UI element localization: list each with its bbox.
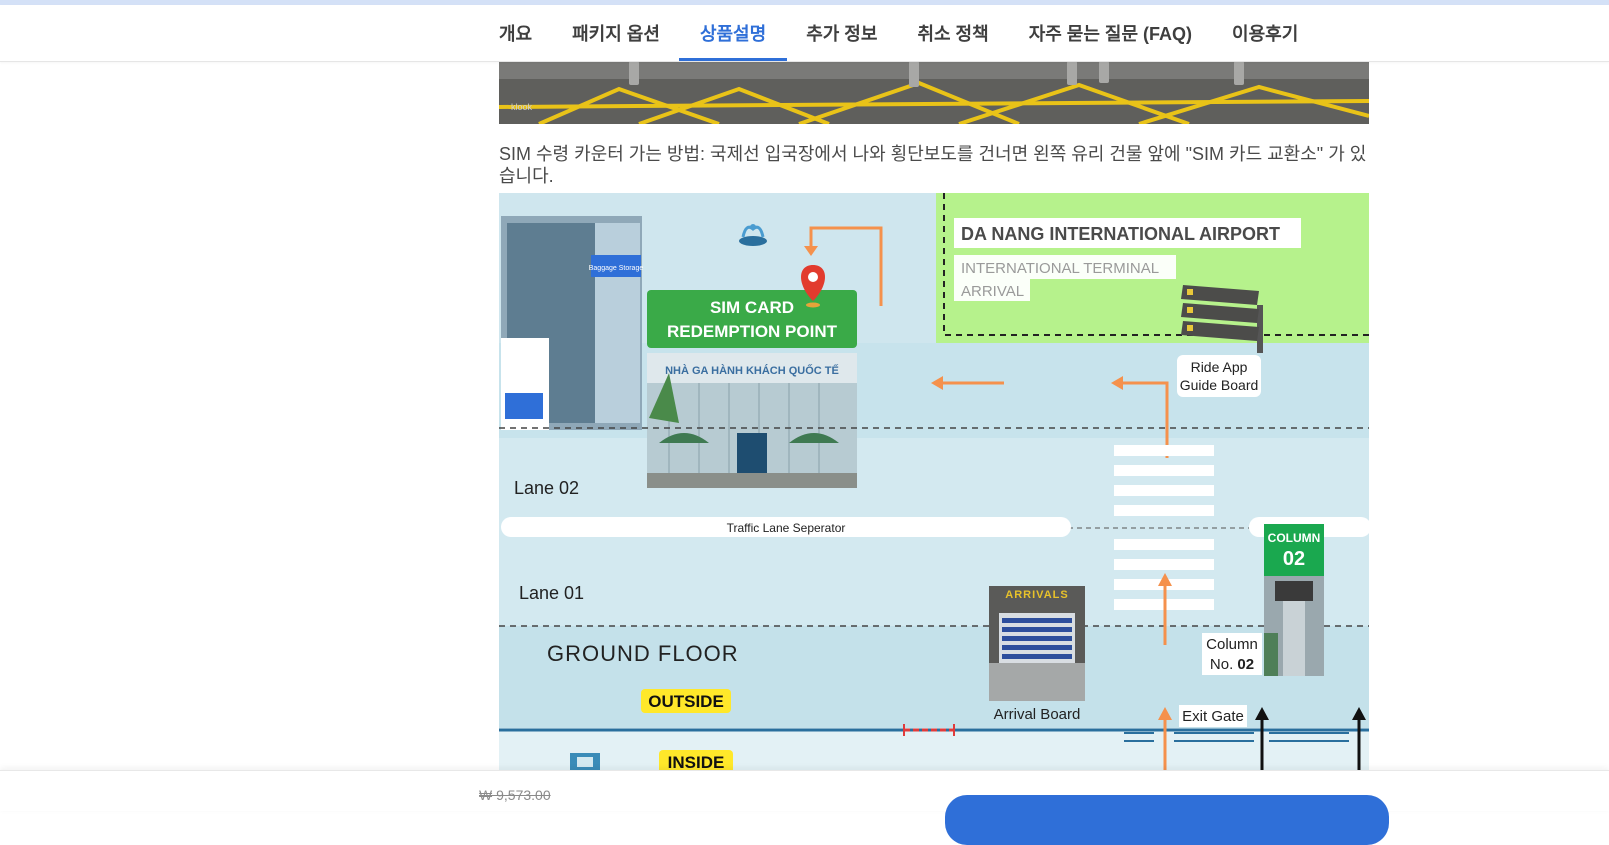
tab-faq[interactable]: 자주 묻는 질문 (FAQ) bbox=[1029, 5, 1192, 61]
ride-app-line2: Guide Board bbox=[1180, 377, 1259, 393]
sim-line1: SIM CARD bbox=[710, 298, 794, 317]
column-no-bold: 02 bbox=[1237, 656, 1254, 673]
ride-app-line1: Ride App bbox=[1191, 359, 1248, 375]
map-drawing: DA NANG INTERNATIONAL AIRPORT INTERNATIO… bbox=[499, 193, 1369, 771]
tab-product-description[interactable]: 상품설명 bbox=[678, 5, 788, 61]
terminal-line2: ARRIVAL bbox=[961, 283, 1024, 300]
lane-02-label: Lane 02 bbox=[514, 478, 579, 498]
sim-line2: REDEMPTION POINT bbox=[667, 322, 838, 341]
arrival-board-photo: ARRIVALS bbox=[989, 586, 1085, 701]
section-tabs: 개요 패키지 옵션 상품설명 추가 정보 취소 정책 자주 묻는 질문 (FAQ… bbox=[479, 5, 1389, 61]
book-now-button[interactable] bbox=[945, 795, 1389, 845]
column-label: COLUMN bbox=[1268, 531, 1321, 545]
column-no-line2: No. 02 bbox=[1210, 656, 1254, 673]
terminal-building-photo: NHÀ GA HÀNH KHÁCH QUỐC TẾ bbox=[647, 353, 857, 488]
escalator-icon bbox=[570, 753, 600, 771]
building-sign: NHÀ GA HÀNH KHÁCH QUỐC TẾ bbox=[665, 363, 839, 377]
tab-cancellation-policy[interactable]: 취소 정책 bbox=[917, 5, 988, 61]
column-number: 02 bbox=[1283, 548, 1305, 570]
tab-package-options[interactable]: 패키지 옵션 bbox=[572, 5, 660, 61]
tab-overview[interactable]: 개요 bbox=[499, 5, 532, 61]
curb-photo-drawing bbox=[499, 61, 1369, 124]
airport-location-map: DA NANG INTERNATIONAL AIRPORT INTERNATIO… bbox=[499, 193, 1369, 771]
inside-label: INSIDE bbox=[668, 753, 725, 771]
ground-floor-label: GROUND FLOOR bbox=[547, 641, 739, 666]
original-price: ₩ 9,573.00 bbox=[479, 787, 551, 803]
photo-watermark: klook bbox=[511, 102, 533, 112]
arrivals-sign: ARRIVALS bbox=[1005, 589, 1068, 601]
outside-label: OUTSIDE bbox=[648, 692, 724, 711]
tab-reviews[interactable]: 이용후기 bbox=[1232, 5, 1298, 61]
sim-pickup-description: SIM 수령 카운터 가는 방법: 국제선 입국장에서 나와 횡단보도를 건너면… bbox=[499, 144, 1367, 186]
terminal-line1: INTERNATIONAL TERMINAL bbox=[961, 260, 1159, 277]
column-no-line1: Column bbox=[1206, 636, 1258, 653]
booking-bar: ₩ 9,573.00 bbox=[0, 770, 1609, 845]
airport-curb-photo: klook bbox=[499, 61, 1369, 124]
section-tab-bar: 개요 패키지 옵션 상품설명 추가 정보 취소 정책 자주 묻는 질문 (FAQ… bbox=[0, 5, 1609, 62]
arrival-board-label: Arrival Board bbox=[994, 706, 1081, 723]
column-no-prefix: No. bbox=[1210, 656, 1238, 673]
baggage-sign: Baggage Storage bbox=[589, 265, 644, 272]
column-photo bbox=[1264, 576, 1324, 676]
lane-01-label: Lane 01 bbox=[519, 583, 584, 603]
exit-gate-label: Exit Gate bbox=[1182, 708, 1244, 725]
airport-title: DA NANG INTERNATIONAL AIRPORT bbox=[961, 224, 1280, 244]
lane-separator-label: Traffic Lane Seperator bbox=[727, 521, 846, 535]
baggage-storage-photo: Baggage Storage bbox=[501, 216, 643, 430]
tab-additional-info[interactable]: 추가 정보 bbox=[806, 5, 877, 61]
